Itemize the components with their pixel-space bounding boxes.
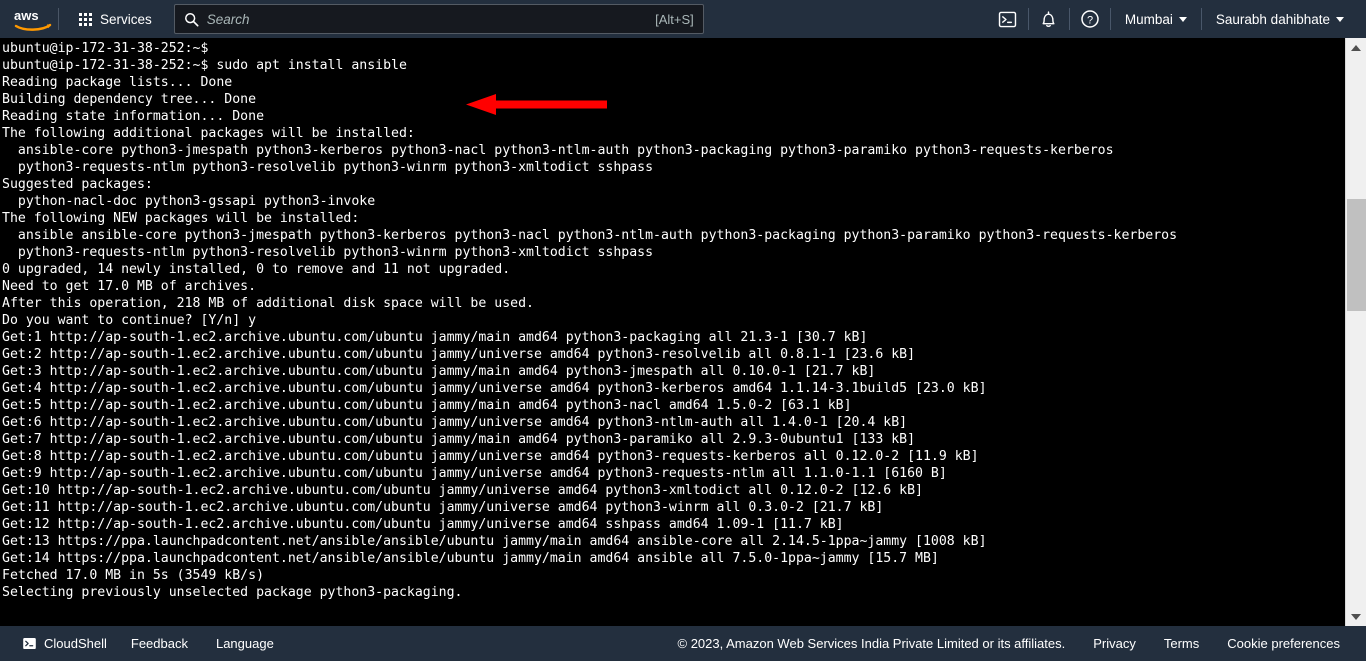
footer-copyright: © 2023, Amazon Web Services India Privat… — [677, 636, 1066, 651]
footer-bar: CloudShell Feedback Language © 2023, Ama… — [0, 626, 1366, 661]
region-label: Mumbai — [1124, 11, 1173, 27]
terminal-line: Reading package lists... Done — [2, 75, 233, 90]
vertical-scrollbar[interactable] — [1345, 38, 1366, 626]
scrollbar-thumb[interactable] — [1346, 199, 1366, 311]
terminal-line: Building dependency tree... Done — [2, 92, 257, 107]
footer-feedback-link[interactable]: Feedback — [117, 636, 202, 651]
terminal-line: python3-requests-ntlm python3-resolvelib… — [2, 160, 654, 175]
cloudshell-terminal-icon — [23, 637, 36, 650]
terminal-line: Get:1 http://ap-south-1.ec2.archive.ubun… — [2, 330, 868, 345]
footer-cloudshell-label: CloudShell — [44, 636, 107, 651]
terminal-line: ansible-core python3-jmespath python3-ke… — [2, 143, 1114, 158]
footer-left-group: CloudShell Feedback Language — [12, 636, 288, 651]
aws-logo[interactable]: aws — [0, 0, 58, 38]
terminal-line: The following additional packages will b… — [2, 126, 415, 141]
terminal-line: Get:13 https://ppa.launchpadcontent.net/… — [2, 534, 987, 549]
search-shortcut-hint: [Alt+S] — [655, 11, 694, 27]
services-menu-button[interactable]: Services — [69, 7, 162, 32]
terminal-line: 0 upgraded, 14 newly installed, 0 to rem… — [2, 262, 511, 277]
terminal-line: Get:6 http://ap-south-1.ec2.archive.ubun… — [2, 415, 908, 430]
bell-icon[interactable] — [1029, 0, 1069, 38]
services-label: Services — [100, 11, 152, 27]
aws-console-page: aws Services Search [Alt+S] ? Mumbai Sau… — [0, 0, 1366, 661]
footer-cookie-preferences-link[interactable]: Cookie preferences — [1213, 636, 1354, 651]
terminal-line: ansible ansible-core python3-jmespath py… — [2, 228, 1178, 243]
terminal-line: After this operation, 218 MB of addition… — [2, 296, 534, 311]
nav-divider — [58, 8, 59, 30]
search-bar[interactable]: [Alt+S] — [173, 4, 704, 34]
footer-cloudshell-button[interactable]: CloudShell — [12, 636, 117, 651]
account-menu[interactable]: Saurabh dahibhate — [1202, 0, 1358, 38]
search-icon — [184, 12, 199, 27]
cloudshell-terminal-icon[interactable] — [988, 0, 1028, 38]
chevron-down-icon — [1351, 613, 1361, 620]
cloudshell-terminal-panel: ubuntu@ip-172-31-38-252:~$ ubuntu@ip-172-… — [0, 38, 1366, 626]
terminal-line: python3-requests-ntlm python3-resolvelib… — [2, 245, 654, 260]
footer-right-group: © 2023, Amazon Web Services India Privat… — [678, 636, 1354, 651]
search-input[interactable] — [206, 11, 648, 27]
terminal-line: Get:7 http://ap-south-1.ec2.archive.ubun… — [2, 432, 916, 447]
terminal-line: Selecting previously unselected package … — [2, 585, 463, 600]
nav-left-group: aws Services Search [Alt+S] — [0, 0, 704, 38]
chevron-down-icon — [1178, 16, 1187, 22]
chevron-down-icon — [1336, 16, 1344, 22]
account-label: Saurabh dahibhate — [1215, 11, 1330, 27]
scroll-down-button[interactable] — [1346, 607, 1366, 626]
terminal-line: Get:3 http://ap-south-1.ec2.archive.ubun… — [2, 364, 876, 379]
svg-text:?: ? — [1087, 14, 1093, 26]
terminal-line: Get:14 https://ppa.launchpadcontent.net/… — [2, 551, 939, 566]
terminal-line: The following NEW packages will be insta… — [2, 211, 360, 226]
scroll-up-button[interactable] — [1346, 38, 1366, 57]
terminal-output[interactable]: ubuntu@ip-172-31-38-252:~$ ubuntu@ip-172-… — [0, 38, 1366, 626]
terminal-line: Get:12 http://ap-south-1.ec2.archive.ubu… — [2, 517, 844, 532]
nav-right-group: ? Mumbai Saurabh dahibhate — [988, 0, 1366, 38]
footer-privacy-link[interactable]: Privacy — [1079, 636, 1150, 651]
terminal-line: ubuntu@ip-172-31-38-252:~$ — [2, 41, 209, 56]
help-circle-icon[interactable]: ? — [1070, 0, 1110, 38]
terminal-line: Get:2 http://ap-south-1.ec2.archive.ubun… — [2, 347, 916, 362]
grid-icon — [79, 12, 92, 26]
terminal-line: Get:5 http://ap-south-1.ec2.archive.ubun… — [2, 398, 852, 413]
chevron-up-icon — [1351, 44, 1361, 51]
terminal-line: Suggested packages: — [2, 177, 153, 192]
terminal-line: Get:11 http://ap-south-1.ec2.archive.ubu… — [2, 500, 884, 515]
terminal-line: Get:4 http://ap-south-1.ec2.archive.ubun… — [2, 381, 987, 396]
terminal-line: Fetched 17.0 MB in 5s (3549 kB/s) — [2, 568, 265, 583]
terminal-line: ubuntu@ip-172-31-38-252:~$ sudo apt inst… — [2, 58, 407, 73]
footer-language-link[interactable]: Language — [202, 636, 288, 651]
footer-terms-link[interactable]: Terms — [1150, 636, 1213, 651]
scrollbar-track[interactable] — [1346, 57, 1366, 607]
terminal-line: Do you want to continue? [Y/n] y — [2, 313, 257, 328]
terminal-line: Need to get 17.0 MB of archives. — [2, 279, 257, 294]
terminal-line: Get:10 http://ap-south-1.ec2.archive.ubu… — [2, 483, 923, 498]
terminal-line: python-nacl-doc python3-gssapi python3-i… — [2, 194, 376, 209]
region-selector[interactable]: Mumbai — [1111, 0, 1201, 38]
top-navigation-bar: aws Services Search [Alt+S] ? Mumbai Sau… — [0, 0, 1366, 38]
terminal-line: Reading state information... Done — [2, 109, 265, 124]
terminal-line: Get:9 http://ap-south-1.ec2.archive.ubun… — [2, 466, 947, 481]
terminal-line: Get:8 http://ap-south-1.ec2.archive.ubun… — [2, 449, 979, 464]
svg-text:aws: aws — [14, 8, 39, 23]
